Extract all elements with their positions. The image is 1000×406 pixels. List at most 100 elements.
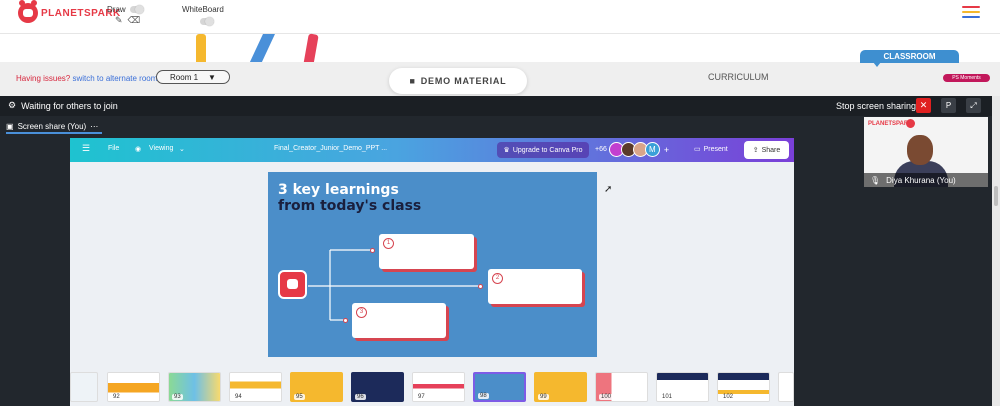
scrollbar-thumb[interactable]: [994, 186, 998, 206]
ps-moments-label: PS Moments: [952, 75, 981, 81]
viewing-eye-icon: ◉: [135, 146, 142, 153]
slide-canvas[interactable]: 3 key learnings from today's class 1 2 3: [268, 172, 597, 357]
whiteboard-toggle[interactable]: [200, 17, 214, 26]
meeting-header: ⚙ Waiting for others to join Stop screen…: [0, 96, 992, 116]
avatar: M: [644, 142, 660, 157]
share-label: Share: [761, 146, 781, 154]
thumbnail-number: 97: [416, 394, 427, 400]
meeting-status: ⚙ Waiting for others to join: [8, 100, 118, 111]
demo-material-button[interactable]: ■ DEMO MATERIAL: [389, 68, 527, 94]
waiting-text: Waiting for others to join: [21, 100, 118, 111]
participant-name-bar: 🎙 Diya Khurana (You): [864, 173, 988, 187]
scrollbar[interactable]: [992, 96, 1000, 406]
present-icon: ▭: [694, 146, 701, 153]
learning-card-3[interactable]: 3: [352, 303, 446, 338]
more-options-icon[interactable]: ⋯: [90, 122, 98, 131]
expand-icon: ⤢: [970, 101, 977, 110]
eraser-icon[interactable]: ⌫: [128, 15, 141, 26]
demo-material-label: DEMO MATERIAL: [420, 76, 507, 86]
learning-card-1[interactable]: 1: [379, 234, 474, 269]
collaborator-count: +66: [595, 146, 607, 153]
draw-tool: Draw ✎ ⌫: [107, 5, 144, 26]
chevron-down-icon: ⌄: [179, 146, 185, 153]
thumbnail-number: 93: [172, 394, 183, 400]
add-icon[interactable]: +: [664, 145, 669, 155]
room-select-value: Room 1: [170, 72, 199, 82]
screen-share-label: Screen share (You): [17, 121, 87, 131]
card-number: 2: [492, 273, 503, 284]
planetspark-logo-icon: [906, 119, 915, 128]
slide-thumbnail-partial[interactable]: [70, 372, 98, 402]
participant-tile[interactable]: PLANETSPARK 🎙 Diya Khurana (You): [864, 117, 988, 187]
thumbnail-number: 95: [294, 394, 305, 400]
draw-toggle[interactable]: [129, 5, 144, 14]
connector-dot: [478, 284, 483, 289]
folder-icon: ■: [409, 76, 416, 86]
slide-thumbnail-active[interactable]: 98: [473, 372, 526, 402]
issue-message: Having issues? switch to alternate room: [16, 74, 157, 83]
planetspark-logo-icon: [18, 0, 38, 23]
slide-thumbnail[interactable]: 97: [412, 372, 465, 402]
fullscreen-button[interactable]: ⤢: [966, 98, 981, 113]
present-label: Present: [703, 145, 728, 153]
crown-icon: ♛: [503, 147, 510, 154]
planetspark-logo[interactable]: PLANETSPARK: [18, 0, 121, 23]
card-number: 1: [383, 238, 394, 249]
curriculum-tab[interactable]: CURRICULUM: [708, 72, 769, 82]
robot-icon: [278, 270, 307, 299]
whiteboard-tool: WhiteBoard: [182, 5, 224, 26]
document-title[interactable]: Final_Creator_Junior_Demo_PPT ...: [274, 145, 387, 152]
classroom-tab-pointer: [873, 62, 881, 67]
participant-name: Diya Khurana (You): [886, 175, 956, 185]
card-number: 3: [356, 307, 367, 318]
slide-thumbnail[interactable]: 102: [717, 372, 770, 402]
slide-thumbnail[interactable]: 101: [656, 372, 709, 402]
screen-share-icon: ▣: [6, 121, 14, 131]
slide-thumbnail[interactable]: 96: [351, 372, 404, 402]
canva-menu-icon[interactable]: ☰: [82, 143, 90, 154]
slide-thumbnail[interactable]: 92: [107, 372, 160, 402]
slide-thumbnail[interactable]: 93: [168, 372, 221, 402]
thumbnail-number: 98: [478, 393, 489, 399]
slide-thumbnail-strip: 92 93 94 95 96 97 98 99 100 101 102: [70, 370, 794, 406]
present-button[interactable]: ▭ Present: [694, 145, 728, 154]
pencil-icon[interactable]: ✎: [115, 15, 123, 26]
viewing-menu[interactable]: Viewing: [149, 145, 173, 152]
p-button[interactable]: P: [941, 98, 956, 113]
slide-thumbnail[interactable]: 100: [595, 372, 648, 402]
ps-moments-badge[interactable]: PS Moments: [943, 74, 990, 82]
stop-sharing-button[interactable]: ✕: [916, 98, 931, 113]
alternate-room-link[interactable]: switch to alternate room: [72, 74, 157, 83]
screen-share-tab[interactable]: ▣ Screen share (You) ⋯: [6, 120, 103, 134]
slide-thumbnail[interactable]: 95: [290, 372, 343, 402]
canva-toolbar: ☰ File ◉ Viewing ⌄ Final_Creator_Junior_…: [70, 138, 794, 162]
file-menu[interactable]: File: [108, 145, 119, 152]
gear-icon[interactable]: ⚙: [8, 100, 16, 111]
screen-share-view: ☰ File ◉ Viewing ⌄ Final_Creator_Junior_…: [70, 138, 794, 406]
thumbnail-number: 96: [355, 394, 366, 400]
meeting-area: ⚙ Waiting for others to join Stop screen…: [0, 96, 1000, 406]
close-icon: ✕: [919, 100, 928, 110]
slide-thumbnail[interactable]: 94: [229, 372, 282, 402]
learning-card-2[interactable]: 2: [488, 269, 582, 304]
thumbnail-number: 102: [721, 394, 736, 400]
whiteboard-label: WhiteBoard: [182, 5, 224, 14]
share-button[interactable]: ⇪ Share: [744, 141, 789, 159]
issue-text: Having issues?: [16, 74, 71, 83]
stop-sharing-label[interactable]: Stop screen sharing: [836, 101, 916, 111]
menu-icon[interactable]: [962, 6, 980, 18]
slide-thumbnail-partial[interactable]: [778, 372, 794, 402]
thumbnail-number: 101: [660, 394, 675, 400]
participant-video-head: [907, 135, 933, 165]
upgrade-label: Upgrade to Canva Pro: [512, 146, 583, 154]
connector-dot: [343, 318, 348, 323]
collaborator-avatars[interactable]: +66 M +: [595, 142, 669, 157]
mouse-cursor-icon: ➚: [604, 184, 613, 195]
slide-thumbnail[interactable]: 99: [534, 372, 587, 402]
thumbnail-number: 99: [538, 394, 549, 400]
upgrade-button[interactable]: ♛ Upgrade to Canva Pro: [497, 142, 589, 158]
room-select[interactable]: Room 1 ▼: [156, 70, 230, 84]
top-bar: PLANETSPARK Draw ✎ ⌫ WhiteBoard: [0, 0, 1000, 34]
decorative-stroke-blue: [249, 34, 275, 64]
thumbnail-number: 92: [111, 394, 122, 400]
